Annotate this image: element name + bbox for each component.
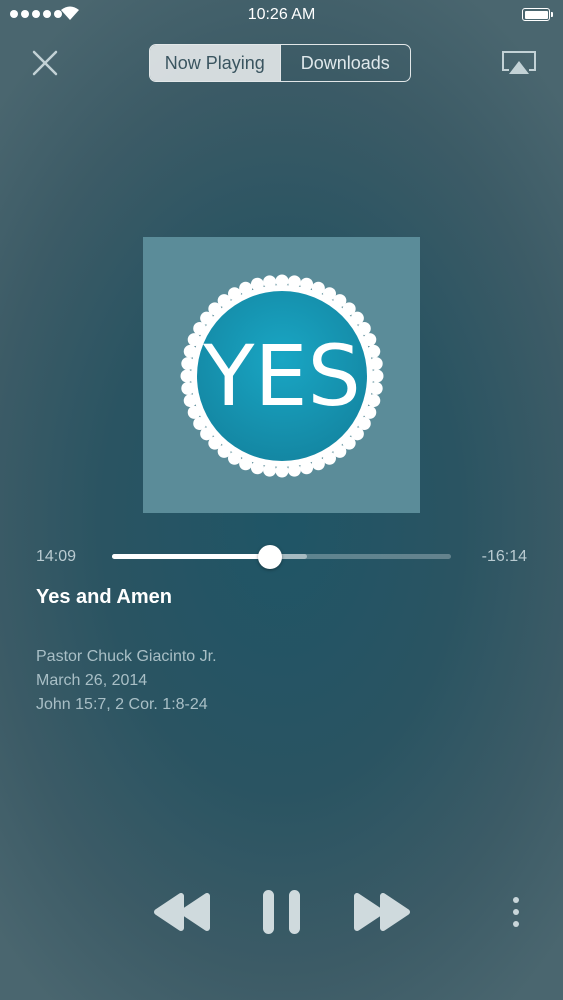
- tab-now-playing[interactable]: Now Playing: [150, 45, 280, 81]
- scripture-reference: John 15:7, 2 Cor. 1:8-24: [36, 696, 208, 713]
- elapsed-time: 14:09: [36, 548, 77, 565]
- fast-forward-button[interactable]: [352, 890, 412, 939]
- close-icon: [32, 50, 58, 76]
- rewind-button[interactable]: [152, 890, 212, 939]
- more-options-button[interactable]: [508, 897, 524, 929]
- view-switcher: Now Playing Downloads: [149, 44, 411, 82]
- pause-icon: [263, 890, 300, 934]
- pause-button[interactable]: [261, 888, 303, 941]
- more-vertical-icon: [513, 897, 519, 903]
- album-artwork: YES: [143, 237, 420, 513]
- rewind-icon: [154, 893, 210, 931]
- sermon-date: March 26, 2014: [36, 672, 148, 689]
- artwork-image: YES: [180, 274, 384, 478]
- airplay-button[interactable]: [500, 49, 538, 79]
- close-button[interactable]: [26, 44, 64, 82]
- tab-downloads[interactable]: Downloads: [279, 45, 411, 81]
- airplay-icon: [502, 51, 536, 74]
- artwork-text: YES: [202, 327, 361, 425]
- remaining-time: -16:14: [481, 548, 527, 565]
- fast-forward-icon: [354, 893, 410, 931]
- scrubber-thumb[interactable]: [257, 545, 282, 569]
- track-title: Yes and Amen: [36, 586, 172, 608]
- status-bar: 10:26 AM: [0, 0, 563, 30]
- progress-played: [112, 554, 270, 559]
- status-time: 10:26 AM: [247, 6, 316, 23]
- battery-icon: [522, 8, 553, 21]
- speaker-name: Pastor Chuck Giacinto Jr.: [36, 648, 217, 665]
